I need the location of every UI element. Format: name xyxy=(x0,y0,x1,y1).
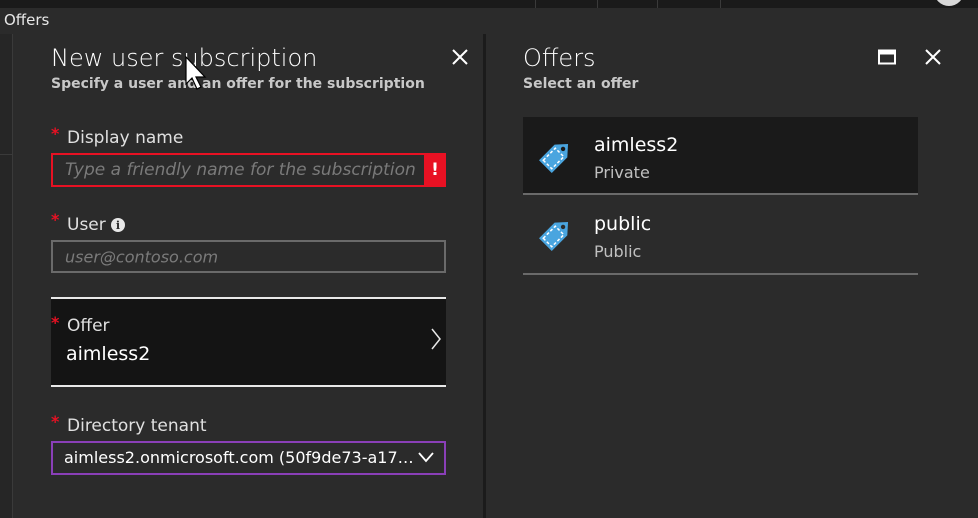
blade-subtitle: Select an offer xyxy=(523,76,639,92)
close-icon xyxy=(925,49,941,65)
offer-label: Offer xyxy=(67,316,110,336)
display-name-input[interactable]: Type a friendly name for the subscriptio… xyxy=(51,153,446,187)
blade-title: Offers xyxy=(523,44,596,72)
directory-tenant-dropdown[interactable]: aimless2.onmicrosoft.com (50f9de73-a175.… xyxy=(51,441,446,475)
top-bar xyxy=(0,0,978,8)
close-button[interactable] xyxy=(449,46,471,68)
info-icon[interactable]: i xyxy=(111,218,125,232)
mouse-cursor-icon xyxy=(185,56,207,90)
display-name-placeholder: Type a friendly name for the subscriptio… xyxy=(65,160,416,180)
offer-name: aimless2 xyxy=(594,134,679,156)
directory-tenant-value: aimless2.onmicrosoft.com (50f9de73-a175.… xyxy=(64,448,414,467)
offer-name: public xyxy=(594,213,652,235)
offer-type: Private xyxy=(594,163,650,182)
required-marker: * xyxy=(51,124,60,143)
required-marker: * xyxy=(51,412,60,431)
user-placeholder: user@contoso.com xyxy=(65,247,219,266)
required-marker: * xyxy=(51,210,60,229)
maximize-icon xyxy=(878,49,896,65)
required-marker: * xyxy=(51,313,60,332)
blade-subtitle: Specify a user and an offer for the subs… xyxy=(51,76,425,92)
user-label: User xyxy=(67,215,106,235)
directory-tenant-label: Directory tenant xyxy=(67,416,207,436)
tag-icon xyxy=(539,221,569,251)
close-button[interactable] xyxy=(922,46,944,68)
close-icon xyxy=(452,49,468,65)
breadcrumb: Offers xyxy=(0,8,978,34)
error-icon: ! xyxy=(424,153,446,187)
tag-icon xyxy=(539,143,569,173)
offer-selector[interactable]: * Offer aimless2 xyxy=(51,297,446,387)
offer-value: aimless2 xyxy=(66,343,151,365)
offer-list-item[interactable]: public Public xyxy=(523,197,918,275)
offers-blade: Offers Select an offer aimless2 Private xyxy=(486,34,978,518)
new-user-subscription-blade: New user subscription Specify a user and… xyxy=(13,34,483,518)
breadcrumb-label[interactable]: Offers xyxy=(4,11,49,29)
chevron-down-icon xyxy=(418,452,434,463)
maximize-button[interactable] xyxy=(876,46,898,68)
user-input[interactable]: user@contoso.com xyxy=(51,240,446,273)
offer-type: Public xyxy=(594,242,642,261)
left-edge-strip xyxy=(0,34,13,518)
chevron-right-icon xyxy=(431,328,441,350)
display-name-label: Display name xyxy=(67,128,184,148)
offer-list-item[interactable]: aimless2 Private xyxy=(523,117,918,195)
